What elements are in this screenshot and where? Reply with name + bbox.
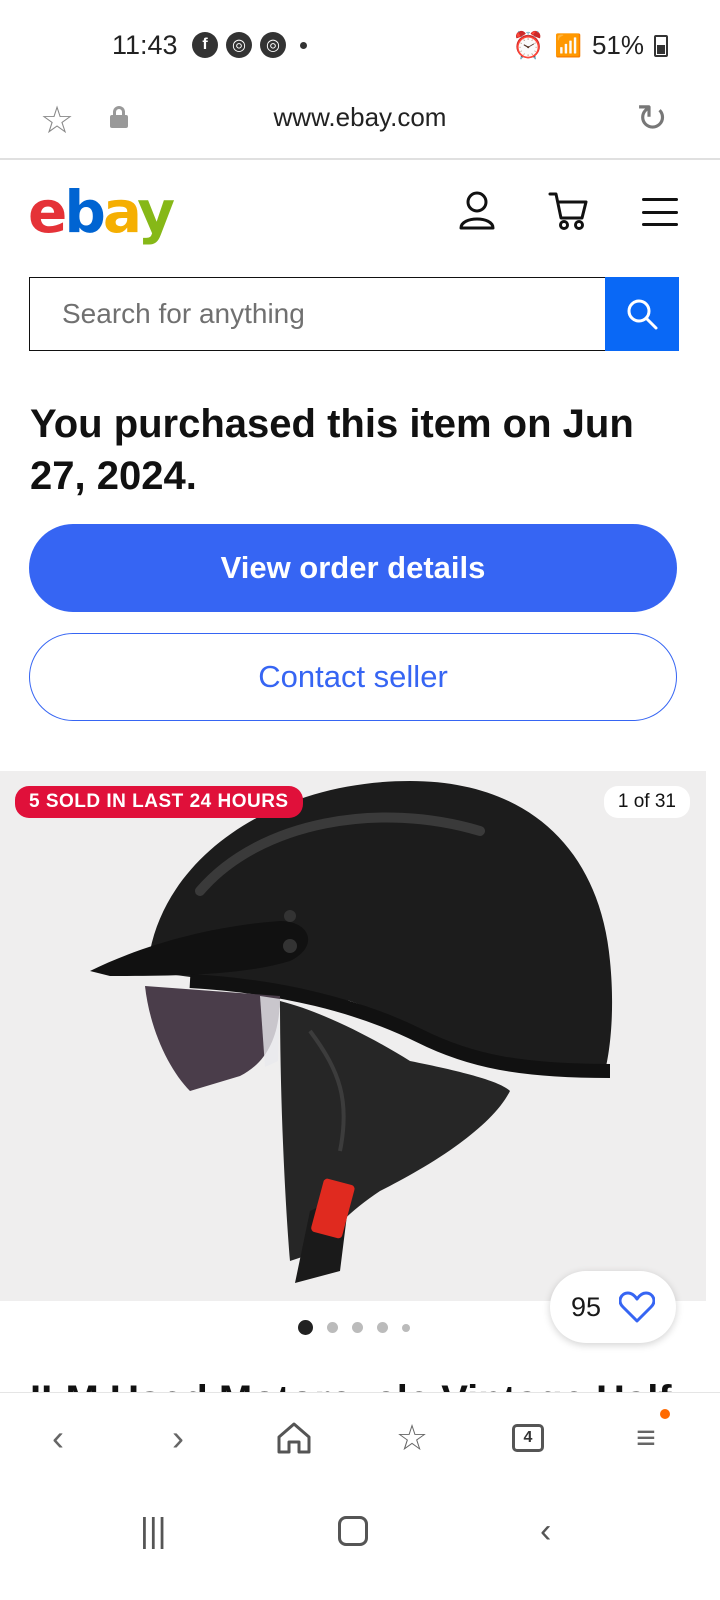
notification-icons: f ◎ ◎ bbox=[192, 32, 307, 58]
view-order-details-button[interactable]: View order details bbox=[29, 524, 677, 612]
image-gallery[interactable]: 5 SOLD IN LAST 24 HOURS 1 of 31 bbox=[0, 771, 706, 1301]
home-icon[interactable] bbox=[264, 1413, 324, 1463]
pagination-dot[interactable] bbox=[402, 1323, 410, 1332]
facebook-icon: f bbox=[192, 32, 218, 58]
contact-seller-button[interactable]: Contact seller bbox=[29, 633, 677, 721]
battery-percent: 51% bbox=[591, 30, 644, 60]
pagination-dot[interactable] bbox=[298, 1320, 313, 1335]
pagination-dot[interactable] bbox=[377, 1322, 388, 1333]
item-title: ILM Used Motorcycle Vintage Half bbox=[30, 1372, 710, 1392]
hamburger-menu-icon[interactable] bbox=[642, 198, 678, 226]
url-text[interactable]: www.ebay.com bbox=[0, 102, 720, 133]
notification-dot bbox=[660, 1409, 670, 1419]
browser-menu-icon[interactable]: ≡ bbox=[616, 1409, 676, 1463]
heart-icon bbox=[619, 1291, 656, 1323]
search-input[interactable] bbox=[29, 277, 605, 351]
system-navigation: ||| ‹ bbox=[0, 1492, 720, 1600]
purchase-notice: You purchased this item on Jun 27, 2024. bbox=[30, 402, 634, 498]
status-time: 11:43 bbox=[112, 30, 178, 60]
search-button[interactable] bbox=[605, 277, 679, 351]
pagination-dot[interactable] bbox=[352, 1322, 363, 1333]
account-icon[interactable] bbox=[458, 190, 495, 230]
chrome-icon: ◎ bbox=[260, 32, 286, 58]
watch-button[interactable]: 95 bbox=[550, 1271, 676, 1343]
more-notifications-dot bbox=[300, 41, 307, 49]
home-button-icon[interactable] bbox=[338, 1512, 368, 1546]
back-icon[interactable]: ‹ bbox=[28, 1413, 88, 1463]
reload-icon[interactable]: ↻ bbox=[636, 96, 668, 141]
browser-url-bar: ☆ www.ebay.com ↻ bbox=[0, 90, 720, 160]
search-bar bbox=[29, 277, 679, 351]
status-bar: 11:43 f ◎ ◎ ⏰ 📶 51% bbox=[0, 0, 720, 90]
system-back-icon[interactable]: ‹ bbox=[540, 1512, 551, 1551]
wifi-icon: 📶 bbox=[554, 32, 582, 58]
sold-badge: 5 SOLD IN LAST 24 HOURS bbox=[15, 786, 303, 818]
helmet-image bbox=[90, 781, 613, 1283]
tabs-button[interactable]: 4 bbox=[498, 1413, 558, 1463]
cart-icon[interactable] bbox=[548, 190, 590, 230]
pagination-dot[interactable] bbox=[327, 1322, 338, 1333]
browser-bottom-nav: ‹ › ☆ 4 ≡ bbox=[0, 1392, 720, 1492]
image-counter: 1 of 31 bbox=[603, 786, 690, 818]
gallery-pagination[interactable] bbox=[298, 1320, 410, 1335]
ebay-logo[interactable]: ebay bbox=[28, 178, 175, 246]
chrome-icon: ◎ bbox=[226, 32, 252, 58]
tabs-count: 4 bbox=[512, 1424, 544, 1452]
watch-count: 95 bbox=[570, 1291, 602, 1322]
system-status: ⏰ 📶 51% bbox=[512, 30, 668, 61]
forward-icon[interactable]: › bbox=[148, 1413, 208, 1463]
recent-apps-icon[interactable]: ||| bbox=[140, 1512, 167, 1551]
battery-icon bbox=[654, 34, 668, 57]
bookmarks-icon[interactable]: ☆ bbox=[382, 1413, 442, 1463]
alarm-icon: ⏰ bbox=[512, 30, 545, 60]
search-icon bbox=[627, 299, 658, 330]
